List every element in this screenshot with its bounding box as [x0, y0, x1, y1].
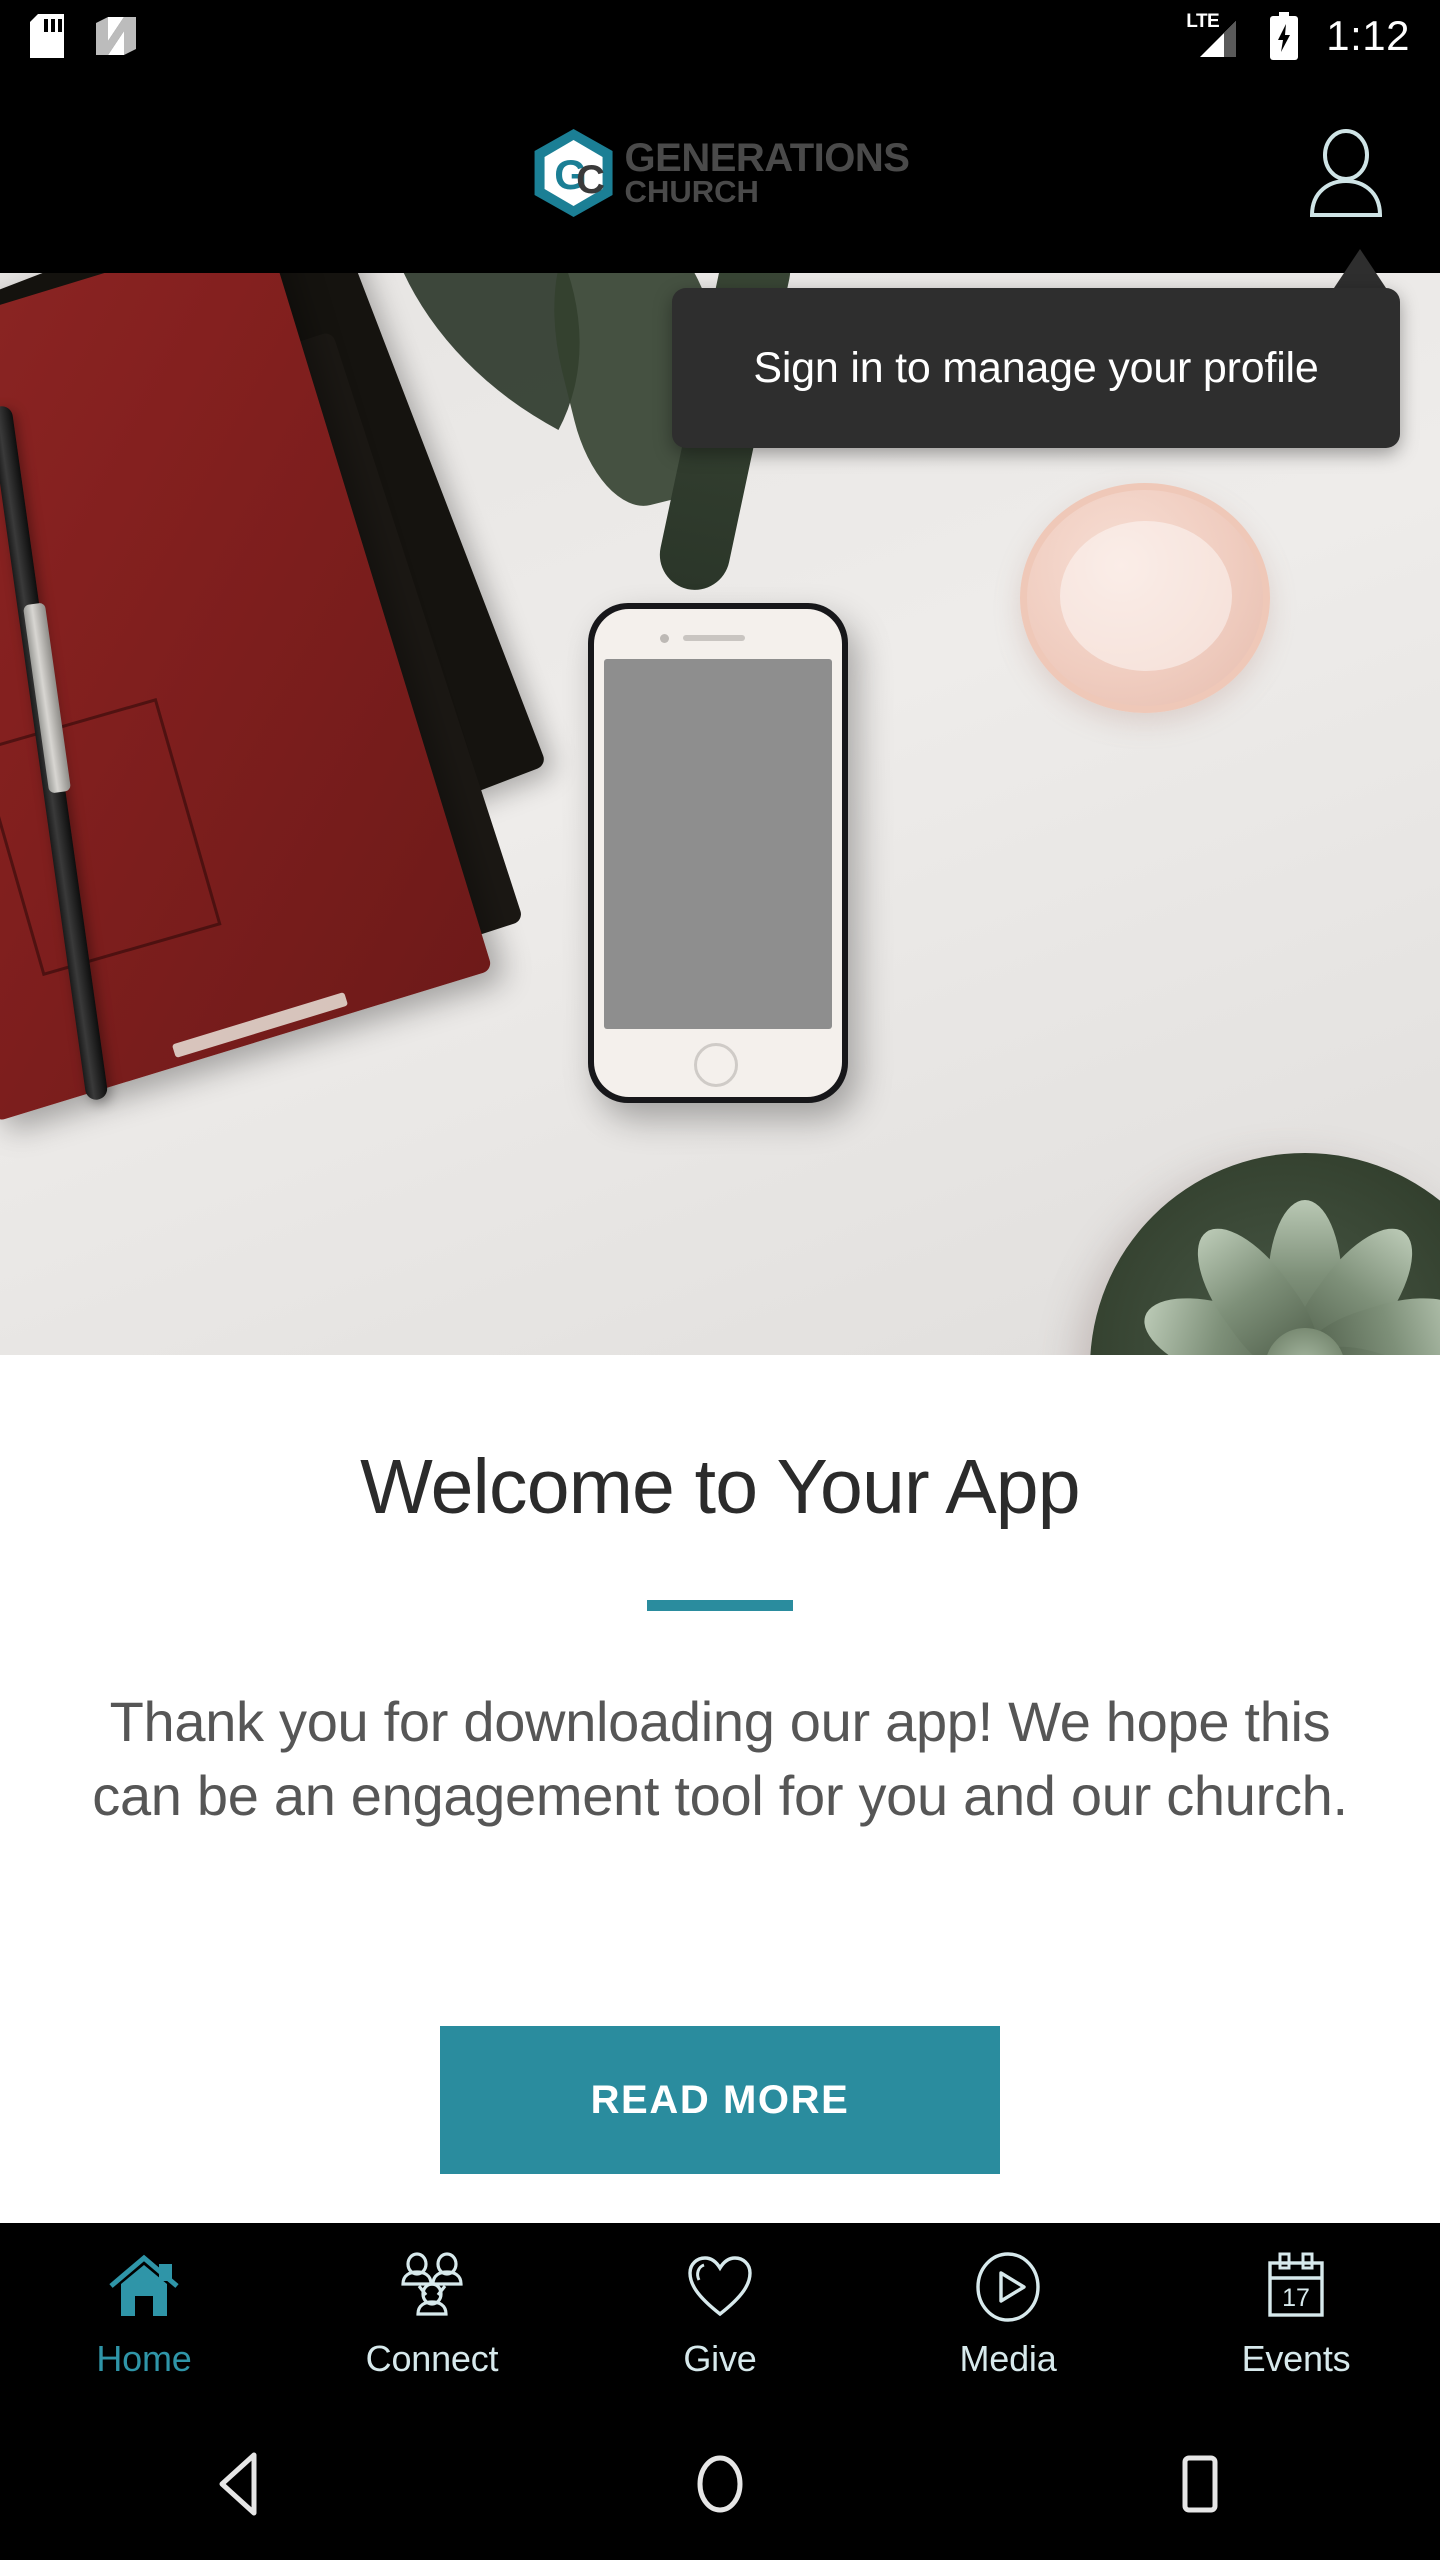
recents-button[interactable]: [1110, 2407, 1290, 2560]
play-circle-icon: [972, 2250, 1044, 2324]
tooltip-arrow-icon: [1332, 249, 1388, 291]
read-more-button[interactable]: READ MORE: [440, 2026, 1000, 2174]
status-bar-right-icons: LTE 1:12: [1186, 11, 1410, 60]
logo-line-generations: GENERATIONS: [624, 135, 910, 180]
logo-line-church: CHURCH: [624, 173, 759, 209]
smartphone: [588, 603, 848, 1103]
phone-camera: [660, 634, 669, 643]
signal-bars-icon: LTE: [1186, 11, 1242, 59]
app-screen: LTE 1:12 G C GENERATIONS CHURCH Sign in …: [0, 0, 1440, 2560]
gc-hexagon-logo: G C: [531, 127, 617, 219]
signin-tooltip[interactable]: Sign in to manage your profile: [672, 288, 1400, 448]
app-logo: G C GENERATIONS CHURCH: [531, 127, 910, 219]
page-title: Welcome to Your App: [360, 1444, 1080, 1530]
succulent-plant: [1090, 1153, 1440, 1355]
nav-label-events: Events: [1241, 2338, 1351, 2379]
bottom-navigation-bar: Home Connect Give Media 17 Events: [0, 2223, 1440, 2407]
nav-item-connect[interactable]: Connect: [288, 2223, 576, 2407]
profile-button[interactable]: [1304, 128, 1388, 217]
nav-item-home[interactable]: Home: [0, 2223, 288, 2407]
phone-speaker: [683, 635, 745, 641]
home-button[interactable]: [630, 2407, 810, 2560]
tooltip-label: Sign in to manage your profile: [753, 343, 1319, 392]
status-bar-left-icons: [30, 14, 138, 58]
calendar-day-number: 17: [1282, 2284, 1310, 2312]
home-icon: [107, 2250, 181, 2324]
svg-text:C: C: [576, 158, 605, 202]
nav-item-events[interactable]: 17 Events: [1152, 2223, 1440, 2407]
heart-icon: [685, 2250, 755, 2324]
nav-item-media[interactable]: Media: [864, 2223, 1152, 2407]
people-group-icon: [395, 2250, 469, 2324]
read-more-label: READ MORE: [590, 2077, 850, 2122]
phone-screen: [604, 659, 832, 1029]
welcome-body-text: Thank you for downloading our app! We ho…: [92, 1690, 1348, 1827]
app-header: G C GENERATIONS CHURCH: [0, 72, 1440, 273]
glass-cup-inner: [1060, 521, 1232, 671]
nav-label-home: Home: [96, 2338, 192, 2379]
status-bar: LTE 1:12: [0, 0, 1440, 72]
title-divider: [647, 1600, 793, 1611]
back-button[interactable]: [150, 2407, 330, 2560]
android-system-nav: [0, 2407, 1440, 2560]
nav-item-give[interactable]: Give: [576, 2223, 864, 2407]
nav-label-connect: Connect: [365, 2338, 499, 2379]
nav-label-give: Give: [683, 2338, 757, 2379]
battery-charging-icon: [1268, 12, 1300, 60]
calendar-icon: 17: [1261, 2250, 1331, 2324]
welcome-card: Welcome to Your App Thank you for downlo…: [0, 1355, 1440, 2223]
nav-label-media: Media: [959, 2338, 1057, 2379]
android-nougat-icon: [94, 15, 138, 57]
clock: 1:12: [1326, 12, 1410, 59]
phone-home-button: [694, 1043, 738, 1087]
app-logo-text: GENERATIONS CHURCH: [624, 135, 910, 209]
sd-card-icon: [30, 14, 64, 58]
